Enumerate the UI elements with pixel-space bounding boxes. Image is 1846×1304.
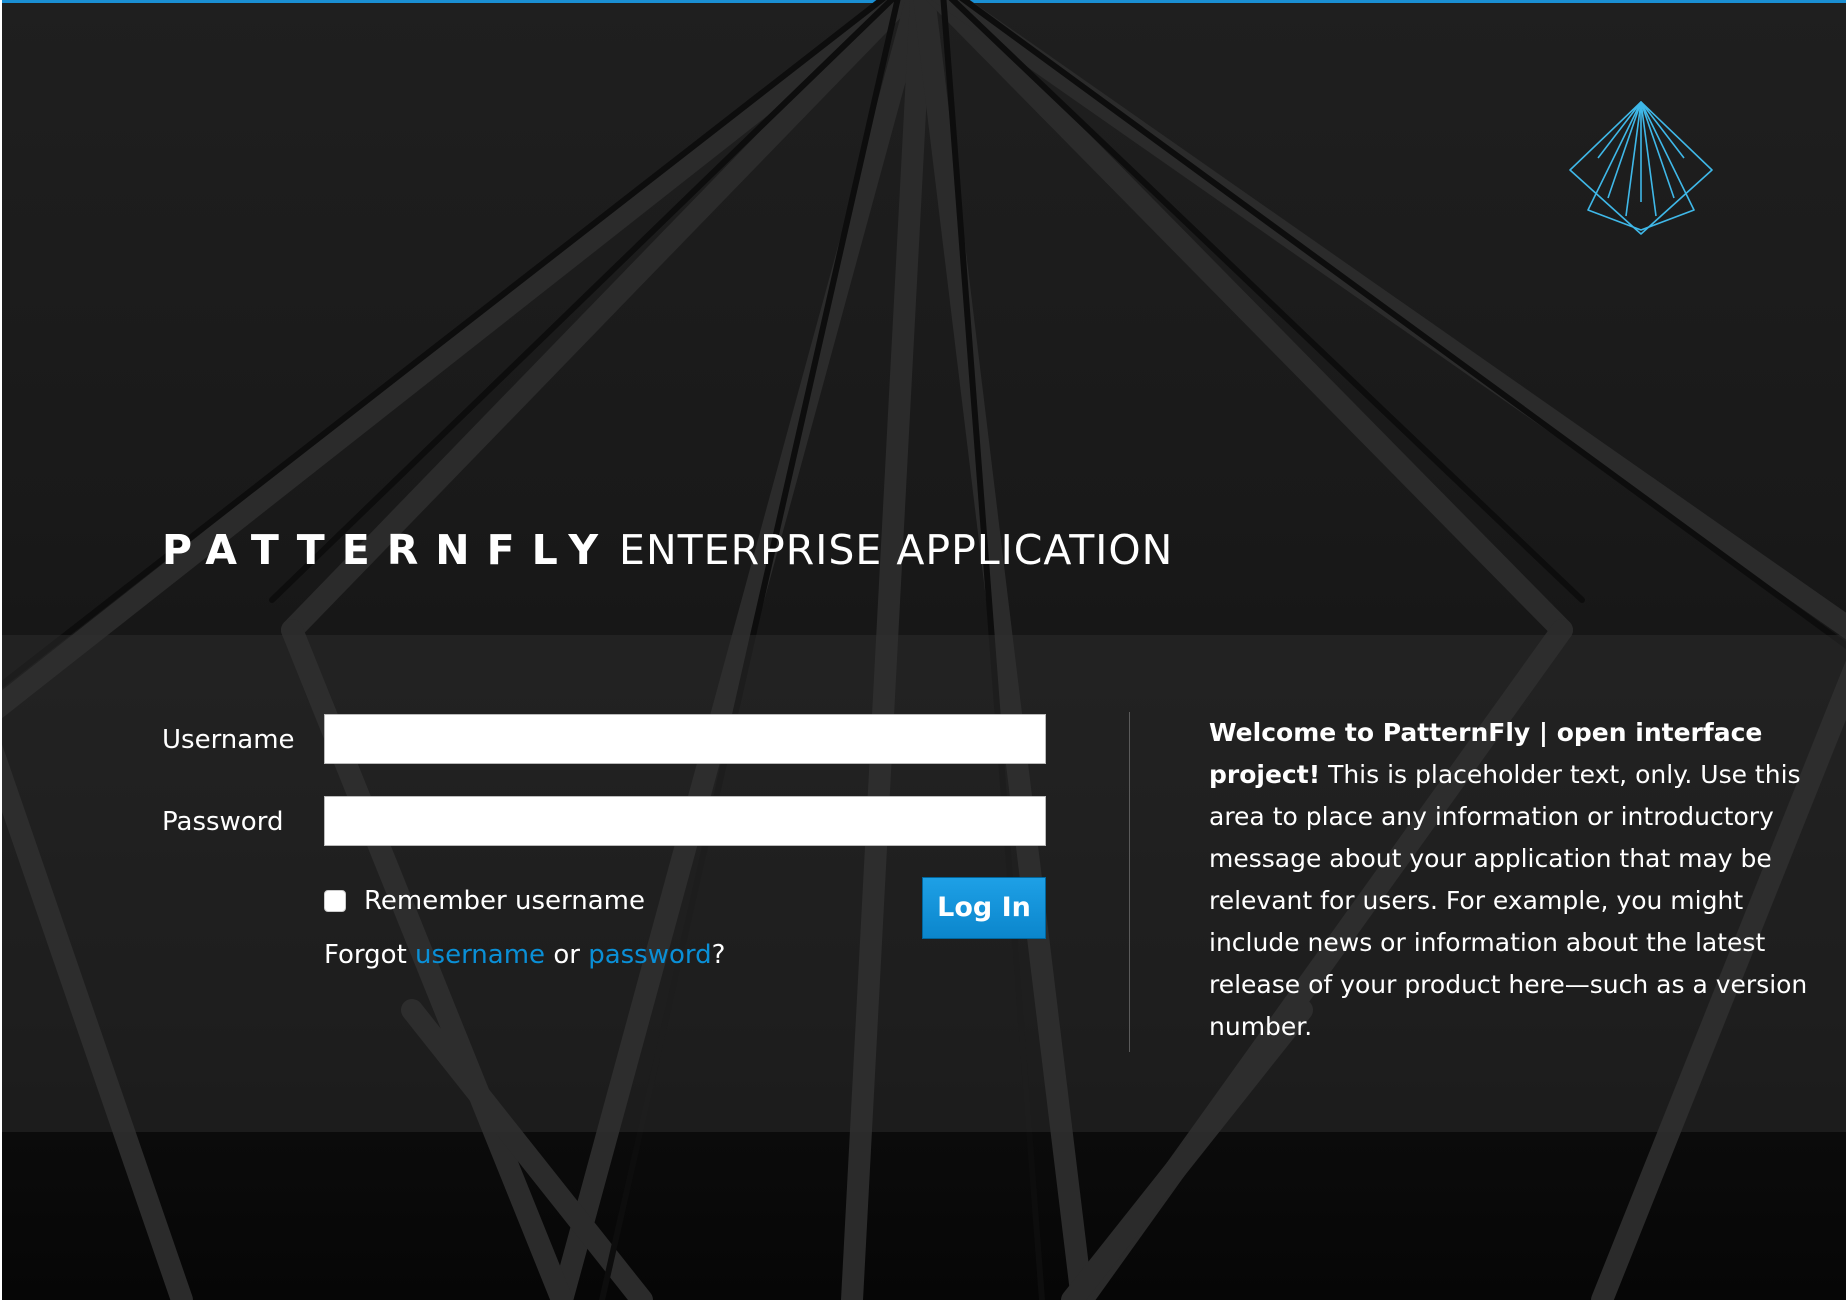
app-brand: PATTERNFLYENTERPRISE APPLICATION — [162, 526, 1173, 582]
forgot-or-text: or — [553, 940, 580, 970]
remember-username-label: Remember username — [364, 886, 645, 916]
login-background: PATTERNFLYENTERPRISE APPLICATION Usernam… — [2, 0, 1846, 1300]
forgot-suffix: ? — [711, 940, 726, 970]
forgot-prefix: Forgot — [324, 940, 407, 970]
login-page: PATTERNFLYENTERPRISE APPLICATION Usernam… — [0, 0, 1846, 1304]
welcome-message: Welcome to PatternFly | open interface p… — [1209, 712, 1809, 1048]
vertical-divider — [1129, 712, 1130, 1052]
log-in-button[interactable]: Log In — [922, 877, 1046, 939]
brand-subtitle: ENTERPRISE APPLICATION — [619, 526, 1174, 574]
forgot-password-link[interactable]: password — [588, 940, 711, 970]
patternfly-logo-icon — [1569, 101, 1713, 235]
brand-name: PATTERNFLY — [162, 526, 616, 574]
password-label: Password — [162, 807, 284, 837]
remember-username-checkbox[interactable] — [324, 890, 346, 912]
forgot-username-link[interactable]: username — [415, 940, 545, 970]
welcome-body: This is placeholder text, only. Use this… — [1209, 760, 1808, 1041]
username-input[interactable] — [324, 714, 1046, 764]
username-label: Username — [162, 725, 295, 755]
forgot-credentials: Forgot username or password? — [324, 938, 725, 972]
password-input[interactable] — [324, 796, 1046, 846]
